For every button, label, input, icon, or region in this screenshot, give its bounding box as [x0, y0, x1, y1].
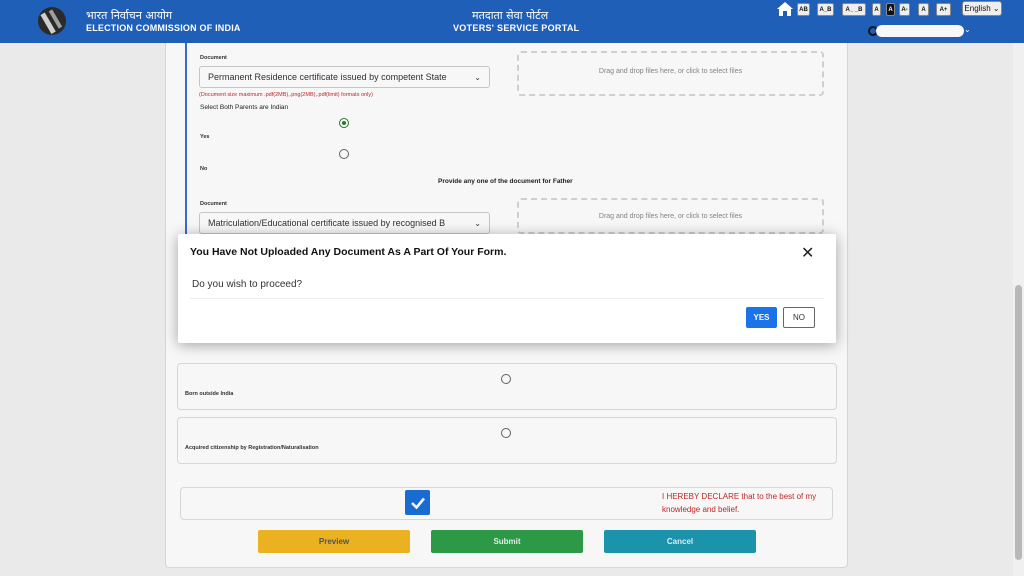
language-value: English [964, 4, 991, 13]
home-icon[interactable] [776, 1, 794, 17]
chevron-down-icon: ⌄ [990, 4, 1000, 13]
chevron-down-icon[interactable]: ⌄ [964, 25, 971, 34]
eci-logo [38, 7, 66, 35]
dialog-message: Do you wish to proceed? [192, 279, 303, 290]
no-button[interactable]: NO [783, 307, 815, 328]
font-reset-button[interactable]: A [918, 3, 929, 16]
portal-hindi-title: मतदाता सेवा पोर्टल [472, 9, 549, 22]
text-spacing-3-button[interactable]: A_ _B [842, 3, 866, 16]
close-icon[interactable]: ✕ [801, 246, 814, 262]
dialog-divider [190, 298, 824, 299]
font-increase-button[interactable]: A+ [936, 3, 951, 16]
font-decrease-button[interactable]: A- [899, 3, 910, 16]
text-spacing-2-button[interactable]: A_B [817, 3, 834, 16]
text-spacing-1-button[interactable]: AB [797, 3, 810, 16]
dialog-title: You Have Not Uploaded Any Document As A … [190, 246, 507, 258]
eci-english-title: ELECTION COMMISSION OF INDIA [86, 23, 241, 33]
contrast-dark-button[interactable]: A [886, 3, 895, 16]
yes-button[interactable]: YES [746, 307, 777, 328]
top-header: भारत निर्वाचन आयोग ELECTION COMMISSION O… [0, 0, 1024, 43]
scrollbar-thumb[interactable] [1015, 285, 1022, 560]
eci-hindi-title: भारत निर्वाचन आयोग [86, 9, 173, 22]
language-select[interactable]: English ⌄ [962, 1, 1002, 16]
user-name-redacted[interactable] [876, 25, 964, 37]
confirm-dialog: You Have Not Uploaded Any Document As A … [178, 234, 836, 343]
contrast-light-button[interactable]: A [872, 3, 881, 16]
portal-english-title: VOTERS' SERVICE PORTAL [453, 23, 580, 33]
